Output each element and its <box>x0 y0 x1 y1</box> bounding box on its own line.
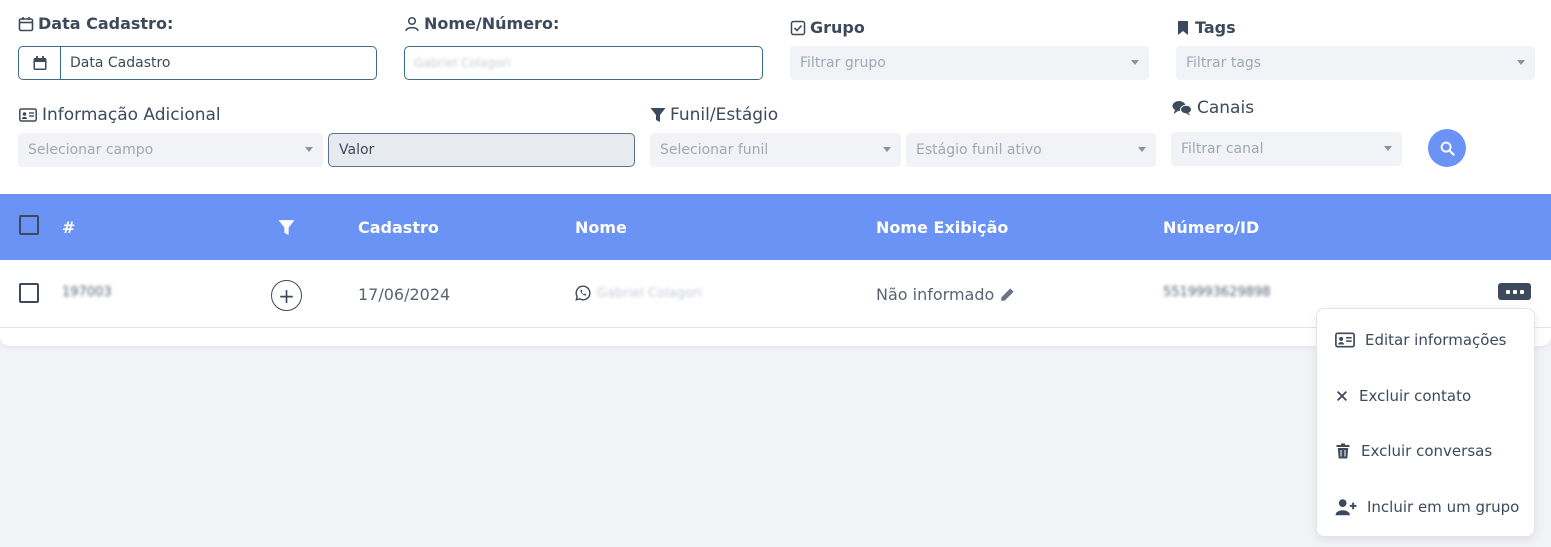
menu-item-incluir-grupo[interactable]: Incluir em um grupo <box>1335 498 1519 516</box>
chevron-down-icon <box>305 147 313 152</box>
chevron-down-icon <box>1138 147 1146 152</box>
chevron-down-icon <box>883 147 891 152</box>
row-cadastro: 17/06/2024 <box>358 285 451 304</box>
more-options-button[interactable] <box>1498 283 1531 300</box>
tags-label: Tags <box>1175 18 1236 37</box>
funil-label: Funil/Estágio <box>650 105 778 125</box>
plus-icon: + <box>278 283 295 308</box>
grupo-select[interactable]: Filtrar grupo <box>790 46 1149 80</box>
data-cadastro-input[interactable]: Data Cadastro <box>18 46 377 80</box>
nome-numero-label: Nome/Número: <box>404 14 559 33</box>
header-id[interactable]: # <box>62 218 75 237</box>
data-cadastro-label: Data Cadastro: <box>18 14 173 33</box>
search-icon <box>1440 141 1455 156</box>
filter-panel: Data Cadastro: Nome/Número: Grupo Tags D… <box>0 0 1551 346</box>
calendar-button[interactable] <box>19 47 61 79</box>
funil-select[interactable]: Selecionar funil <box>650 133 901 167</box>
menu-item-editar[interactable]: Editar informações <box>1335 331 1506 349</box>
chat-icon <box>1172 101 1192 116</box>
menu-item-excluir-contato[interactable]: Excluir contato <box>1335 387 1471 405</box>
calendar-icon <box>33 56 46 70</box>
estagio-select[interactable]: Estágio funil ativo <box>906 133 1156 167</box>
canal-select[interactable]: Filtrar canal <box>1171 132 1402 166</box>
header-nome[interactable]: Nome <box>575 218 627 237</box>
info-adicional-label: Informação Adicional <box>18 105 221 125</box>
header-nome-exibicao[interactable]: Nome Exibição <box>876 218 1008 237</box>
select-all-checkbox[interactable] <box>19 215 39 235</box>
header-numero[interactable]: Número/ID <box>1163 218 1259 237</box>
row-numero: 5519993629898 <box>1163 285 1271 300</box>
tags-select[interactable]: Filtrar tags <box>1176 46 1535 80</box>
row-nome-exibicao: Não informado <box>876 285 1015 304</box>
nome-numero-input[interactable]: Gabriel Colagori <box>404 46 763 80</box>
row-id: 197003 <box>62 285 112 300</box>
pencil-icon[interactable] <box>1000 287 1015 302</box>
valor-input[interactable]: Valor <box>328 133 635 167</box>
filter-icon <box>650 108 666 122</box>
table-header: # Cadastro Nome Nome Exibição Número/ID <box>0 194 1551 260</box>
menu-item-excluir-conversas[interactable]: Excluir conversas <box>1335 442 1492 460</box>
calendar-icon <box>18 16 34 31</box>
chevron-down-icon <box>1517 60 1525 65</box>
canais-label: Canais <box>1171 98 1254 118</box>
whatsapp-icon <box>575 285 591 301</box>
search-button[interactable] <box>1428 129 1466 167</box>
info-campo-select[interactable]: Selecionar campo <box>18 133 323 167</box>
close-icon <box>1337 391 1347 401</box>
grupo-label: Grupo <box>790 18 865 37</box>
checkbox-icon <box>790 20 806 35</box>
header-cadastro[interactable]: Cadastro <box>358 218 439 237</box>
row-checkbox[interactable] <box>19 283 39 303</box>
user-plus-icon <box>1335 499 1357 516</box>
id-card-icon <box>19 108 37 122</box>
expand-button[interactable]: + <box>271 280 302 311</box>
chevron-down-icon <box>1384 146 1392 151</box>
row-nome: Gabriel Colagori <box>575 285 702 301</box>
chevron-down-icon <box>1131 60 1139 65</box>
user-icon <box>405 16 419 31</box>
id-card-icon <box>1335 332 1355 348</box>
trash-icon <box>1336 443 1350 459</box>
bookmark-icon <box>1178 20 1188 35</box>
row-actions-menu: Editar informações Excluir contato Exclu… <box>1316 308 1535 537</box>
filter-icon[interactable] <box>277 219 296 236</box>
